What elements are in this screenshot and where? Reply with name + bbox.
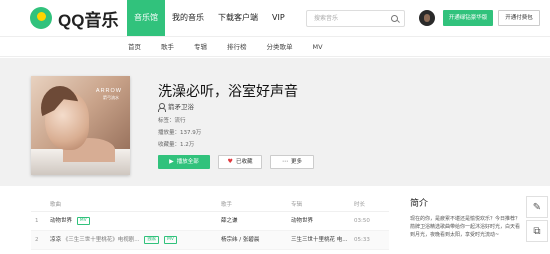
top-bar: QQ音乐 音乐馆 我的音乐 下载客户端 VIP 搜索音乐 开通绿钻豪华版 开通付…	[0, 0, 550, 36]
song-list-header: 歌曲 歌手 专辑 时长	[31, 198, 389, 212]
nav-vip[interactable]: VIP	[265, 0, 292, 36]
table-row[interactable]: 2 凉凉 《三生三世十里桃花》电视剧... 独家 MV 杨宗纬 / 张碧晨 三生…	[31, 231, 389, 250]
logo[interactable]: QQ音乐	[30, 6, 118, 30]
intro-heading: 简介	[410, 199, 429, 209]
playlist-creator[interactable]: 箭矛卫浴	[158, 101, 194, 112]
more-dots-icon: ⋯	[281, 158, 288, 165]
playlist-cover[interactable]: ARROW 箭弓流水	[31, 76, 130, 175]
playlist-actions: ▶ 播放全部 ♥ 已收藏 ⋯ 更多	[158, 155, 322, 169]
logo-text: QQ音乐	[58, 10, 119, 30]
song-title[interactable]: 动物世界	[50, 218, 72, 224]
subnav-mv[interactable]: MV	[313, 37, 323, 58]
playlist-intro: 简介 现在的你，是疲累不堪还是愉悦欢乐？今日推荐？箭牌卫浴精选歌曲带给你一起沐浴…	[410, 196, 520, 239]
song-duration: 05:33	[354, 237, 370, 243]
mv-badge[interactable]: MV	[164, 235, 177, 244]
table-row[interactable]: 1 动物世界 MV 薛之谦 动物世界 03:50	[31, 212, 389, 231]
sub-nav: 首页 歌手 专辑 排行榜 分类歌单 MV	[0, 36, 550, 57]
subnav-albums[interactable]: 专辑	[194, 37, 207, 58]
song-artist[interactable]: 薛之谦	[221, 212, 291, 230]
search-icon[interactable]	[391, 15, 398, 22]
favorite-label: 已收藏	[235, 159, 253, 165]
edit-icon[interactable]: ✎	[526, 196, 548, 218]
subnav-playlists[interactable]: 分类歌单	[267, 37, 293, 58]
subnav-charts[interactable]: 排行榜	[227, 37, 247, 58]
search-placeholder: 搜索音乐	[314, 15, 339, 22]
playlist-fav-count: 收藏量：1.2万	[158, 142, 195, 148]
cover-brand-text: ARROW	[95, 88, 122, 94]
song-album[interactable]: 三生三世十里桃花 电...	[291, 231, 354, 249]
user-icon	[158, 102, 166, 112]
more-label: 更多	[290, 159, 302, 165]
playlist-title: 洗澡必听，浴室好声音	[158, 84, 298, 100]
creator-name[interactable]: 箭矛卫浴	[168, 101, 194, 111]
intro-text: 现在的你，是疲累不堪还是愉悦欢乐？今日推荐？箭牌卫浴精选歌曲带给你一起沐浴好时光…	[410, 216, 521, 238]
header-album: 专辑	[291, 202, 303, 208]
avatar[interactable]	[419, 10, 435, 26]
header-song: 歌曲	[50, 202, 62, 208]
song-album[interactable]: 动物世界	[291, 212, 354, 230]
more-button[interactable]: ⋯ 更多	[270, 155, 314, 169]
play-all-button[interactable]: ▶ 播放全部	[158, 155, 210, 169]
play-all-label: 播放全部	[176, 159, 199, 165]
song-artist[interactable]: 杨宗纬 / 张碧晨	[221, 231, 291, 249]
favorite-button[interactable]: ♥ 已收藏	[218, 155, 262, 169]
playlist-tags: 标签：流行	[158, 118, 186, 124]
playlist-play-count: 播放量：137.9万	[158, 130, 202, 136]
row-number: 2	[35, 237, 39, 243]
song-duration: 03:50	[354, 218, 370, 224]
nav-download-client[interactable]: 下载客户端	[211, 0, 265, 36]
subnav-home[interactable]: 首页	[128, 37, 141, 58]
exclusive-badge: 独家	[144, 235, 160, 244]
open-green-diamond-button[interactable]: 开通绿钻豪华版	[443, 10, 493, 26]
row-number: 1	[35, 218, 39, 224]
main-nav: 音乐馆 我的音乐 下载客户端 VIP	[127, 0, 292, 36]
search-input[interactable]: 搜索音乐	[306, 10, 405, 27]
mv-badge[interactable]: MV	[76, 216, 90, 225]
open-paid-package-button[interactable]: 开通付费包	[498, 10, 540, 26]
subnav-singers[interactable]: 歌手	[161, 37, 174, 58]
heart-icon: ♥	[227, 158, 233, 165]
nav-music-hall[interactable]: 音乐馆	[127, 0, 165, 36]
qq-music-logo-icon	[30, 7, 52, 29]
header-artist: 歌手	[221, 202, 233, 208]
copy-icon[interactable]: ⧉	[526, 220, 548, 242]
song-list: 歌曲 歌手 专辑 时长 1 动物世界 MV 薛之谦 动物世界 03:50 2 凉…	[31, 198, 389, 250]
nav-my-music[interactable]: 我的音乐	[165, 0, 211, 36]
play-icon: ▶	[169, 158, 174, 165]
cover-brand-subtext: 箭弓流水	[103, 95, 119, 100]
song-note: 《三生三世十里桃花》电视剧...	[62, 237, 140, 243]
header-duration: 时长	[354, 202, 366, 208]
song-title[interactable]: 凉凉	[50, 237, 61, 243]
